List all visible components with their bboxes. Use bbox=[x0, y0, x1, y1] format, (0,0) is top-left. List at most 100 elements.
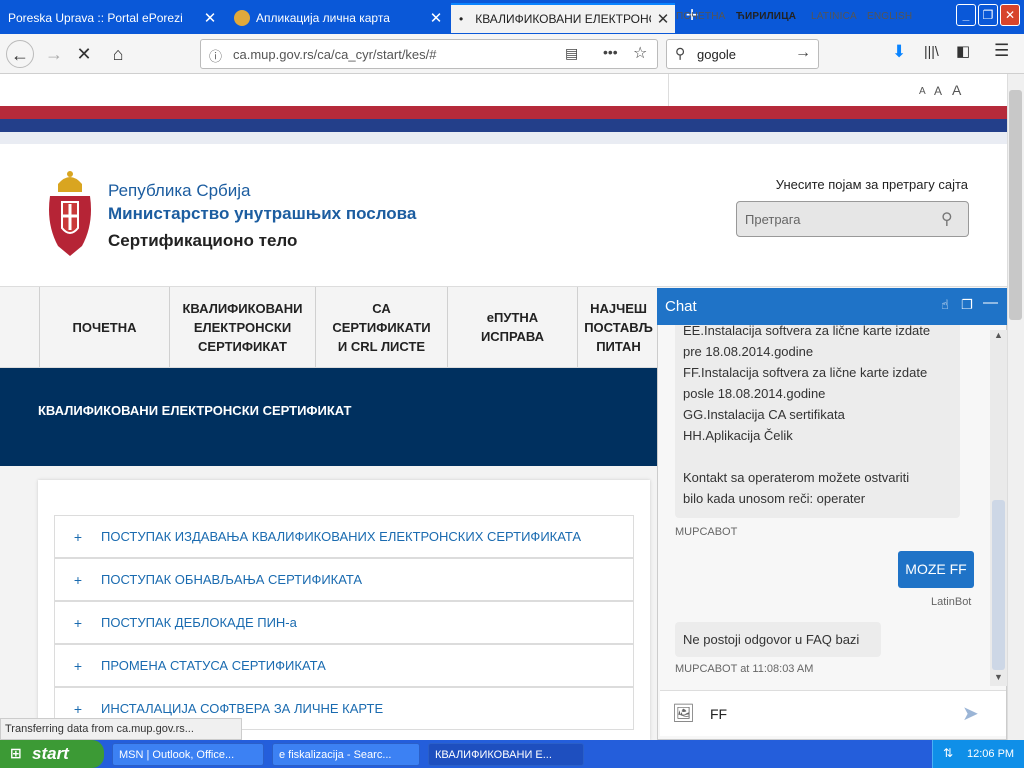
plus-icon: + bbox=[73, 571, 83, 588]
accordion-label: ПОСТУПАК ИЗДАВАЊА КВАЛИФИКОВАНИХ ЕЛЕКТРО… bbox=[101, 529, 582, 544]
org-line-3: Сертификационо тело bbox=[108, 231, 298, 250]
bot-name: MUPCABOT bbox=[675, 526, 738, 538]
flag-stripe-blue bbox=[0, 119, 1007, 132]
org-line-1: Република Србија bbox=[108, 181, 251, 200]
forward-icon[interactable]: → bbox=[40, 40, 68, 68]
restore-button[interactable]: ❐ bbox=[978, 4, 998, 26]
search-icon[interactable]: ⚲ bbox=[941, 209, 953, 229]
plus-icon: + bbox=[73, 528, 83, 545]
reader-view-icon[interactable]: ▤ bbox=[565, 45, 578, 62]
close-window-button[interactable]: ✕ bbox=[1000, 4, 1020, 26]
search-bar[interactable]: ⚲ gogole → bbox=[666, 39, 819, 69]
bot-message-line: bilo kada unosom reči: operater bbox=[683, 491, 866, 506]
language-bar bbox=[0, 74, 1024, 106]
network-icon[interactable]: ⇅ bbox=[943, 746, 953, 760]
tab-kes[interactable]: • КВАЛИФИКОВАНИ ЕЛЕКТРОНСКИ ✕ bbox=[451, 3, 675, 33]
page-title: КВАЛИФИКОВАНИ ЕЛЕКТРОНСКИ СЕРТИФИКАТ bbox=[38, 403, 352, 418]
lang-english[interactable]: ENGLISH bbox=[867, 11, 912, 22]
taskbar-item-label: КВАЛИФИКОВАНИ Е... bbox=[435, 748, 552, 761]
url-text: ca.mup.gov.rs/ca/ca_cyr/start/kes/# bbox=[233, 47, 437, 62]
tab-eporezi[interactable]: Poreska Uprava :: Portal ePorezi ✕ bbox=[0, 3, 222, 33]
bot-message-line: GG.Instalacija CA sertifikata bbox=[683, 407, 845, 422]
minimize-button[interactable]: _ bbox=[956, 4, 976, 26]
accordion-item[interactable]: + ПОСТУПАК ОБНАВЉАЊА СЕРТИФИКАТА bbox=[54, 558, 634, 601]
close-icon[interactable]: ✕ bbox=[424, 9, 448, 27]
flag-stripe-white bbox=[0, 132, 1007, 144]
lang-home[interactable]: ПОЧЕТНА bbox=[676, 11, 725, 22]
page-scroll-thumb[interactable] bbox=[1009, 90, 1022, 320]
menu-item-epassport[interactable]: еПУТНА ИСПРАВА bbox=[447, 287, 577, 367]
back-icon[interactable]: ← bbox=[6, 40, 34, 68]
download-icon[interactable]: ⬇ bbox=[892, 42, 906, 62]
chat-header: Chat ☝ ❐ — bbox=[657, 288, 1007, 325]
lang-cyrillic[interactable]: ЋИРИЛИЦА bbox=[736, 11, 796, 22]
accordion-item[interactable]: + ПОСТУПАК ИЗДАВАЊА КВАЛИФИКОВАНИХ ЕЛЕКТР… bbox=[54, 515, 634, 558]
taskbar-item-firefox[interactable]: КВАЛИФИКОВАНИ Е... bbox=[428, 743, 584, 766]
bot-message: EE.Instalacija softvera za lične karte i… bbox=[675, 320, 960, 518]
taskbar-item-label: e fiskalizacija - Searc... bbox=[279, 748, 392, 761]
loading-dot-icon: • bbox=[459, 12, 464, 26]
hand-icon[interactable]: ☝ bbox=[941, 297, 949, 313]
library-icon[interactable]: |||\ bbox=[924, 43, 939, 59]
status-bar: Transferring data from ca.mup.gov.rs... bbox=[0, 718, 242, 740]
tab-title: КВАЛИФИКОВАНИ ЕЛЕКТРОНСКИ bbox=[475, 12, 651, 26]
bot-message-line: HH.Aplikacija Čelik bbox=[683, 428, 793, 443]
font-medium-button[interactable]: A bbox=[934, 84, 942, 98]
home-icon[interactable]: ⌂ bbox=[104, 40, 132, 68]
tab-licna-karta[interactable]: Апликација лична карта ✕ bbox=[226, 3, 448, 33]
lang-latin[interactable]: LATINICA bbox=[811, 11, 857, 22]
accordion-label: ПОСТУПАК ДЕБЛОКАДЕ ПИН-а bbox=[101, 615, 297, 630]
windows-logo-icon: ⊞ bbox=[10, 745, 22, 761]
taskbar-item-outlook[interactable]: MSN | Outlook, Office... bbox=[112, 743, 264, 766]
font-small-button[interactable]: A bbox=[919, 86, 926, 97]
menu-item-ca-certs[interactable]: СА СЕРТИФИКАТИ И CRL ЛИСТЕ bbox=[315, 287, 447, 367]
taskbar-item-search[interactable]: e fiskalizacija - Searc... bbox=[272, 743, 420, 766]
menu-item-home[interactable]: ПОЧЕТНА bbox=[39, 287, 169, 367]
bot-message-line: posle 18.08.2014.godine bbox=[683, 386, 826, 401]
divider bbox=[668, 74, 669, 106]
accordion-label: ПОСТУПАК ОБНАВЉАЊА СЕРТИФИКАТА bbox=[101, 572, 363, 587]
scroll-down-icon[interactable]: ▼ bbox=[994, 672, 1003, 682]
popout-icon[interactable]: ❐ bbox=[961, 297, 973, 313]
search-go-icon[interactable]: → bbox=[795, 44, 811, 62]
nav-bar: ← → ✕ ⌂ ⓘ ca.mup.gov.rs/ca/ca_cyr/start/… bbox=[0, 34, 1024, 74]
tab-title: Апликација лична карта bbox=[256, 11, 390, 25]
minimize-chat-icon[interactable]: — bbox=[983, 294, 998, 311]
scroll-up-icon[interactable]: ▲ bbox=[994, 330, 1003, 340]
start-label: start bbox=[32, 744, 69, 763]
chat-input[interactable]: FF bbox=[710, 706, 727, 722]
accordion-item[interactable]: + ПОСТУПАК ДЕБЛОКАДЕ ПИН-а bbox=[54, 601, 634, 644]
url-bar[interactable]: ⓘ ca.mup.gov.rs/ca/ca_cyr/start/kes/# ▤ … bbox=[200, 39, 658, 69]
search-icon: ⚲ bbox=[675, 45, 686, 61]
send-icon[interactable]: ➤ bbox=[962, 701, 979, 726]
site-search-label: Унесите појам за претрагу сајта bbox=[775, 177, 968, 192]
search-input[interactable]: gogole bbox=[697, 47, 736, 62]
close-icon[interactable]: ✕ bbox=[198, 9, 222, 27]
user-message: MOZE FF bbox=[898, 551, 974, 588]
sidebar-icon[interactable]: ◧ bbox=[956, 42, 970, 60]
plus-icon: + bbox=[73, 700, 83, 717]
image-upload-icon[interactable]: 🖼 bbox=[672, 703, 695, 724]
menu-icon[interactable]: ☰ bbox=[994, 41, 1009, 61]
favicon-icon bbox=[234, 10, 250, 26]
chat-input-bar: 🖼 FF ➤ bbox=[660, 690, 1006, 736]
page-actions-icon[interactable]: ••• bbox=[603, 44, 618, 60]
plus-icon: + bbox=[73, 657, 83, 674]
serbian-crest-logo[interactable] bbox=[44, 166, 96, 260]
bookmark-star-icon[interactable]: ☆ bbox=[633, 43, 647, 63]
stop-icon[interactable]: ✕ bbox=[70, 40, 98, 68]
plus-icon: + bbox=[73, 614, 83, 631]
tab-title: Poreska Uprava :: Portal ePorezi bbox=[8, 11, 183, 25]
site-search-input[interactable]: Претрага ⚲ bbox=[736, 201, 969, 237]
site-search-placeholder: Претрага bbox=[745, 212, 801, 227]
bot-message-line: pre 18.08.2014.godine bbox=[683, 344, 814, 359]
font-large-button[interactable]: A bbox=[952, 82, 962, 98]
chat-scroll-thumb[interactable] bbox=[992, 500, 1005, 670]
menu-item-faq[interactable]: НАЈЧЕШ ПОСТАВЉ ПИТАН bbox=[577, 287, 659, 367]
chat-title: Chat bbox=[665, 298, 697, 315]
info-icon[interactable]: ⓘ bbox=[209, 46, 222, 65]
start-button[interactable]: ⊞ start bbox=[0, 740, 104, 768]
menu-item-qualified-cert[interactable]: КВАЛИФИКОВАНИ ЕЛЕКТРОНСКИ СЕРТИФИКАТ bbox=[169, 287, 315, 367]
accordion-item[interactable]: + ПРОМЕНА СТАТУСА СЕРТИФИКАТА bbox=[54, 644, 634, 687]
close-icon[interactable]: ✕ bbox=[651, 10, 675, 28]
